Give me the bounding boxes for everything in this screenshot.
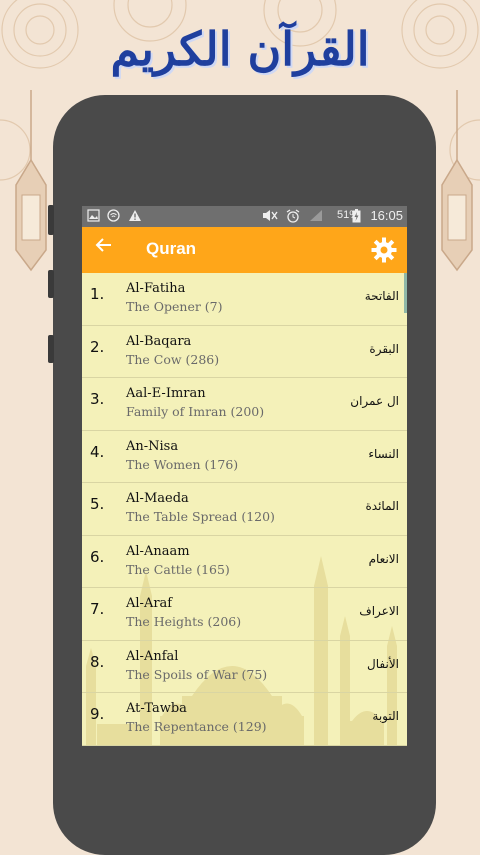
surah-arabic-name: الانعام	[368, 551, 399, 566]
surah-row-6[interactable]: 6. Al-Anaam The Cattle (165) الانعام	[82, 536, 407, 588]
surah-number: 8.	[90, 652, 105, 671]
image-icon	[87, 209, 100, 222]
app-screen: 51% 16:05 Quran 1. Al-Fatiha The Opener …	[82, 206, 407, 746]
surah-list: 1. Al-Fatiha The Opener (7) الفاتحة 2. A…	[82, 273, 407, 746]
surah-row-3[interactable]: 3. Aal-E-Imran Family of Imran (200) ال …	[82, 378, 407, 431]
surah-row-8[interactable]: 8. Al-Anfal The Spoils of War (75) الأنف…	[82, 641, 407, 693]
phone-side-button	[48, 335, 54, 363]
surah-meaning: The Women (176)	[126, 456, 239, 472]
phone-side-button	[48, 270, 54, 298]
surah-name: Al-Fatiha	[126, 281, 186, 296]
surah-row-5[interactable]: 5. Al-Maeda The Table Spread (120) المائ…	[82, 483, 407, 536]
surah-meaning: The Cattle (165)	[126, 561, 230, 577]
surah-meaning: Family of Imran (200)	[126, 404, 265, 419]
surah-row-4[interactable]: 4. An-Nisa The Women (176) النساء	[82, 431, 407, 483]
alarm-icon	[286, 209, 300, 223]
banner-title: القرآن الكريم	[110, 22, 370, 76]
back-button[interactable]	[94, 235, 114, 262]
battery-charging-icon	[352, 209, 361, 223]
surah-arabic-name: التوبة	[372, 709, 399, 723]
mute-icon	[263, 210, 278, 221]
surah-arabic-name: الاعراف	[359, 604, 399, 618]
surah-number: 3.	[90, 390, 105, 408]
surah-row-1[interactable]: 1. Al-Fatiha The Opener (7) الفاتحة	[82, 273, 407, 326]
surah-row-7[interactable]: 7. Al-Araf The Heights (206) الاعراف	[82, 588, 407, 641]
surah-name: Aal-E-Imran	[126, 386, 206, 401]
left-lantern-icon	[15, 90, 47, 272]
surah-meaning: The Table Spread (120)	[126, 509, 275, 524]
arrow-left-icon	[95, 238, 111, 252]
surah-meaning: The Opener (7)	[126, 299, 223, 314]
warning-icon	[129, 210, 141, 221]
surah-arabic-name: الفاتحة	[364, 289, 399, 303]
surah-number: 7.	[90, 600, 105, 618]
right-lantern-icon	[441, 90, 473, 272]
surah-number: 5.	[90, 495, 105, 513]
surah-number: 1.	[90, 285, 105, 303]
surah-row-9[interactable]: 9. At-Tawba The Repentance (129) التوبة	[82, 693, 407, 746]
surah-meaning: The Spoils of War (75)	[126, 666, 268, 682]
wifi-icon	[107, 209, 120, 222]
surah-name: Al-Araf	[126, 596, 173, 611]
surah-arabic-name: البقرة	[369, 341, 399, 356]
surah-meaning: The Heights (206)	[126, 614, 242, 629]
app-bar-title: Quran	[146, 239, 197, 258]
surah-number: 2.	[90, 337, 105, 356]
status-time: 16:05	[370, 208, 403, 223]
phone-side-button	[48, 205, 54, 235]
surah-arabic-name: النساء	[368, 446, 399, 461]
gear-icon	[371, 237, 397, 263]
surah-name: At-Tawba	[126, 701, 187, 716]
surah-name: Al-Baqara	[126, 333, 192, 349]
surah-number: 4.	[90, 442, 105, 461]
surah-arabic-name: ال عمران	[350, 394, 399, 408]
surah-name: An-Nisa	[126, 438, 179, 454]
surah-name: Al-Anaam	[126, 543, 190, 559]
status-bar: 51% 16:05	[82, 206, 407, 227]
settings-button[interactable]	[371, 237, 397, 263]
surah-name: Al-Maeda	[126, 491, 189, 506]
surah-number: 6.	[90, 547, 105, 566]
surah-arabic-name: الأنفال	[367, 656, 399, 671]
surah-meaning: The Repentance (129)	[126, 719, 267, 734]
surah-name: Al-Anfal	[126, 648, 179, 664]
signal-icon	[310, 210, 322, 221]
surah-row-2[interactable]: 2. Al-Baqara The Cow (286) البقرة	[82, 326, 407, 378]
app-bar: Quran	[82, 227, 407, 273]
surah-number: 9.	[90, 705, 105, 723]
surah-arabic-name: المائدة	[365, 499, 399, 513]
surah-meaning: The Cow (286)	[126, 351, 220, 367]
